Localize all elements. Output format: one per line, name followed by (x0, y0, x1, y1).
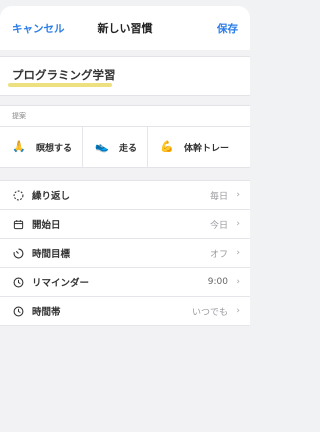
header-bar: キャンセル 新しい習慣 保存 (0, 6, 250, 50)
new-habit-sheet: キャンセル 新しい習慣 保存 プログラミング学習 提案 🙏 瞑想する 👟 走る … (0, 6, 250, 432)
setting-value: いつでも (191, 307, 228, 318)
setting-row-repeat[interactable]: 繰り返し 毎日 › (0, 181, 250, 210)
save-button[interactable]: 保存 (217, 21, 238, 36)
setting-value: 9:00 (207, 277, 228, 287)
suggestion-chip-label: 体幹トレー (184, 143, 230, 154)
calendar-icon (12, 218, 24, 230)
setting-label: 時間帯 (32, 307, 61, 318)
chevron-right-icon: › (236, 248, 240, 258)
setting-label: リマインダー (32, 278, 90, 289)
suggestions-label: 提案 (0, 105, 250, 127)
timer-icon (12, 247, 24, 259)
chevron-right-icon: › (236, 277, 240, 287)
text-highlight (8, 83, 112, 87)
suggestion-chip-label: 走る (119, 143, 138, 154)
flexed-biceps-icon: 💪 (160, 140, 174, 153)
setting-value: 毎日 (209, 191, 228, 202)
clock-icon (12, 276, 24, 288)
dashed-circle-icon (12, 189, 24, 201)
clock-icon (12, 305, 24, 317)
setting-label: 開始日 (32, 220, 61, 231)
setting-row-reminder[interactable]: リマインダー 9:00 › (0, 268, 250, 297)
chevron-right-icon: › (236, 219, 240, 229)
setting-row-start-date[interactable]: 開始日 今日 › (0, 210, 250, 239)
suggestion-chip-label: 瞑想する (36, 143, 73, 154)
running-shoe-icon: 👟 (95, 140, 109, 153)
suggestion-chip-core-training[interactable]: 💪 体幹トレー (147, 127, 239, 167)
chevron-right-icon: › (236, 190, 240, 200)
setting-row-time-goal[interactable]: 時間目標 オフ › (0, 239, 250, 268)
suggestion-chip-meditate[interactable]: 🙏 瞑想する (0, 127, 82, 167)
praying-hands-icon: 🙏 (12, 140, 26, 153)
suggestion-chip-run[interactable]: 👟 走る (82, 127, 147, 167)
cancel-button[interactable]: キャンセル (12, 21, 65, 36)
habit-name-field[interactable]: プログラミング学習 (0, 56, 250, 96)
habit-name-input[interactable]: プログラミング学習 (12, 67, 116, 83)
setting-label: 繰り返し (32, 191, 71, 202)
setting-row-time-of-day[interactable]: 時間帯 いつでも › (0, 297, 250, 326)
setting-label: 時間目標 (32, 249, 71, 260)
setting-value: オフ (209, 249, 228, 260)
chevron-right-icon: › (236, 306, 240, 316)
suggestion-chips[interactable]: 🙏 瞑想する 👟 走る 💪 体幹トレー (0, 127, 250, 168)
setting-value: 今日 (209, 220, 228, 231)
settings-list: 繰り返し 毎日 › 開始日 今日 › 時間目標 オフ › リマインダー 9:00 (0, 180, 250, 326)
